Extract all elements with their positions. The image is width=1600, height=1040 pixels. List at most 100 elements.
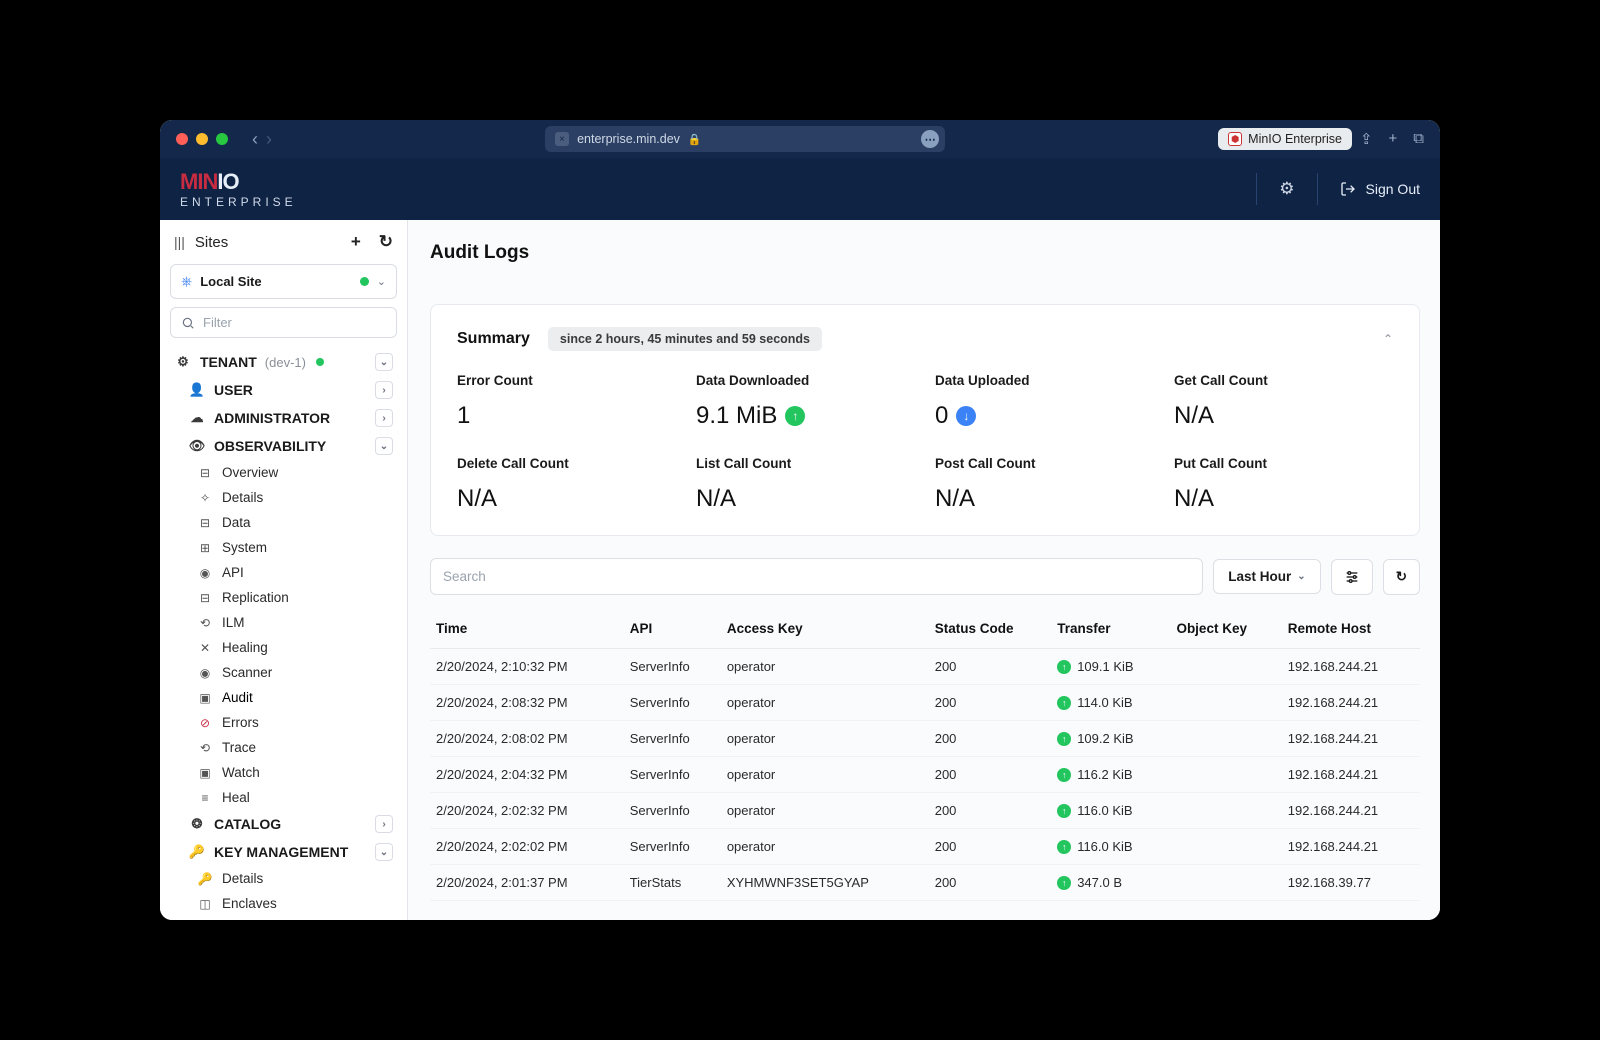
key-icon: 🔑 (188, 844, 206, 860)
trend-down-icon: ↓ (956, 406, 976, 426)
key-mgmt-section[interactable]: 🔑 KEY MANAGEMENT ⌄ (166, 838, 401, 866)
url-bar[interactable]: × enterprise.min.dev 🔒 ⋯ (545, 126, 945, 152)
replication-icon: ⊟ (196, 591, 214, 605)
observability-section[interactable]: 👁 OBSERVABILITY ⌄ (166, 432, 401, 460)
col-object-key[interactable]: Object Key (1170, 609, 1281, 649)
add-site-icon[interactable]: + (347, 232, 365, 252)
sidebar-item-enclaves[interactable]: ◫Enclaves (166, 891, 401, 916)
time-range-select[interactable]: Last Hour ⌄ (1213, 559, 1320, 594)
metric-delete-call-count: Delete Call CountN/A (457, 456, 676, 513)
filter-input[interactable] (203, 315, 386, 330)
summary-title: Summary (457, 330, 530, 348)
sidebar-item-policies[interactable]: 🛡Policies (166, 916, 401, 920)
details-icon: ✧ (196, 491, 214, 505)
site-selector[interactable]: ⎈ Local Site ⌄ (170, 264, 397, 299)
sidebar-item-scanner[interactable]: ◉Scanner (166, 660, 401, 685)
sidebar-title: Sites (195, 234, 337, 251)
tabs-overview-icon[interactable]: ⧉ (1413, 130, 1424, 148)
window-minimize-icon[interactable] (196, 133, 208, 145)
scanner-icon: ◉ (196, 666, 214, 680)
nav-forward-icon: › (266, 129, 272, 150)
errors-icon: ⊘ (196, 716, 214, 730)
table-row[interactable]: 2/20/2024, 2:08:32 PMServerInfooperator2… (430, 685, 1420, 721)
nav-back-icon[interactable]: ‹ (252, 129, 258, 150)
sidebar-item-details[interactable]: ✧Details (166, 485, 401, 510)
window-close-icon[interactable] (176, 133, 188, 145)
audit-log-table: TimeAPIAccess KeyStatus CodeTransferObje… (430, 609, 1420, 901)
filter-input-wrap[interactable] (170, 307, 397, 338)
trend-up-icon: ↑ (785, 406, 805, 426)
upload-icon: ↑ (1057, 660, 1071, 674)
col-time[interactable]: Time (430, 609, 624, 649)
sidebar-item-watch[interactable]: ▣Watch (166, 760, 401, 785)
metric-post-call-count: Post Call CountN/A (935, 456, 1154, 513)
summary-card: Summary since 2 hours, 45 minutes and 59… (430, 304, 1420, 536)
catalog-section[interactable]: ❂ CATALOG › (166, 810, 401, 838)
search-icon (181, 316, 195, 330)
ilm-icon: ⟲ (196, 616, 214, 630)
sidebar-item-system[interactable]: ⊞System (166, 535, 401, 560)
cloud-icon: ☁ (188, 410, 206, 426)
chevron-right-icon[interactable]: › (375, 409, 393, 427)
table-row[interactable]: 2/20/2024, 2:01:37 PMTierStatsXYHMWNF3SE… (430, 865, 1420, 901)
table-row[interactable]: 2/20/2024, 2:02:32 PMServerInfooperator2… (430, 793, 1420, 829)
signout-button[interactable]: Sign Out (1340, 181, 1420, 197)
sidebar-item-healing[interactable]: ✕Healing (166, 635, 401, 660)
sidebar-item-ilm[interactable]: ⟲ILM (166, 610, 401, 635)
chevron-down-icon[interactable]: ⌄ (375, 437, 393, 455)
k8s-icon: ⎈ (181, 273, 192, 290)
table-row[interactable]: 2/20/2024, 2:08:02 PMServerInfooperator2… (430, 721, 1420, 757)
col-api[interactable]: API (624, 609, 721, 649)
sidebar-item-errors[interactable]: ⊘Errors (166, 710, 401, 735)
sidebar-item-replication[interactable]: ⊟Replication (166, 585, 401, 610)
overview-icon: ⊟ (196, 466, 214, 480)
sidebar-item-trace[interactable]: ⟲Trace (166, 735, 401, 760)
lock-icon: 🔒 (688, 133, 702, 146)
metric-put-call-count: Put Call CountN/A (1174, 456, 1393, 513)
sidebar-item-overview[interactable]: ⊟Overview (166, 460, 401, 485)
col-status-code[interactable]: Status Code (929, 609, 1051, 649)
refresh-logs-button[interactable]: ↻ (1383, 559, 1420, 595)
metric-error-count: Error Count1 (457, 373, 676, 430)
audit-icon: ▣ (196, 691, 214, 705)
settings-icon[interactable]: ⚙ (1279, 179, 1294, 199)
user-icon: 👤 (188, 382, 206, 398)
sidebar-item-api[interactable]: ◉API (166, 560, 401, 585)
tenant-section[interactable]: ⚙ TENANT (dev-1) ⌄ (166, 348, 401, 376)
menu-icon[interactable]: ||| (174, 234, 185, 250)
log-search-input[interactable] (430, 558, 1203, 595)
user-section[interactable]: 👤 USER › (166, 376, 401, 404)
upload-icon: ↑ (1057, 768, 1071, 782)
sidebar-item-audit[interactable]: ▣Audit (166, 685, 401, 710)
col-remote-host[interactable]: Remote Host (1282, 609, 1420, 649)
system-icon: ⊞ (196, 541, 214, 555)
sidebar-item-details[interactable]: 🔑Details (166, 866, 401, 891)
table-row[interactable]: 2/20/2024, 2:04:32 PMServerInfooperator2… (430, 757, 1420, 793)
refresh-sites-icon[interactable]: ↻ (375, 232, 397, 252)
sidebar-item-data[interactable]: ⊟Data (166, 510, 401, 535)
filter-settings-button[interactable] (1331, 559, 1373, 595)
col-access-key[interactable]: Access Key (721, 609, 929, 649)
chevron-right-icon[interactable]: › (375, 815, 393, 833)
chevron-right-icon[interactable]: › (375, 381, 393, 399)
url-text: enterprise.min.dev (577, 132, 680, 146)
chevron-down-icon[interactable]: ⌄ (375, 843, 393, 861)
table-row[interactable]: 2/20/2024, 2:02:02 PMServerInfooperator2… (430, 829, 1420, 865)
new-tab-icon[interactable]: + (1389, 130, 1398, 148)
since-pill: since 2 hours, 45 minutes and 59 seconds (548, 327, 822, 351)
url-more-icon[interactable]: ⋯ (921, 130, 939, 148)
upload-icon: ↑ (1057, 696, 1071, 710)
upload-icon: ↑ (1057, 840, 1071, 854)
collapse-icon[interactable]: ⌃ (1383, 332, 1393, 346)
share-icon[interactable]: ⇪ (1360, 130, 1373, 148)
sidebar-item-heal[interactable]: ≡Heal (166, 785, 401, 810)
admin-section[interactable]: ☁ ADMINISTRATOR › (166, 404, 401, 432)
chevron-down-icon[interactable]: ⌄ (375, 353, 393, 371)
col-transfer[interactable]: Transfer (1051, 609, 1170, 649)
tenant-status-icon (316, 358, 324, 366)
browser-tab[interactable]: ⬢ MinIO Enterprise (1218, 128, 1352, 150)
upload-icon: ↑ (1057, 804, 1071, 818)
table-row[interactable]: 2/20/2024, 2:10:32 PMServerInfooperator2… (430, 649, 1420, 685)
window-maximize-icon[interactable] (216, 133, 228, 145)
healing-icon: ✕ (196, 641, 214, 655)
